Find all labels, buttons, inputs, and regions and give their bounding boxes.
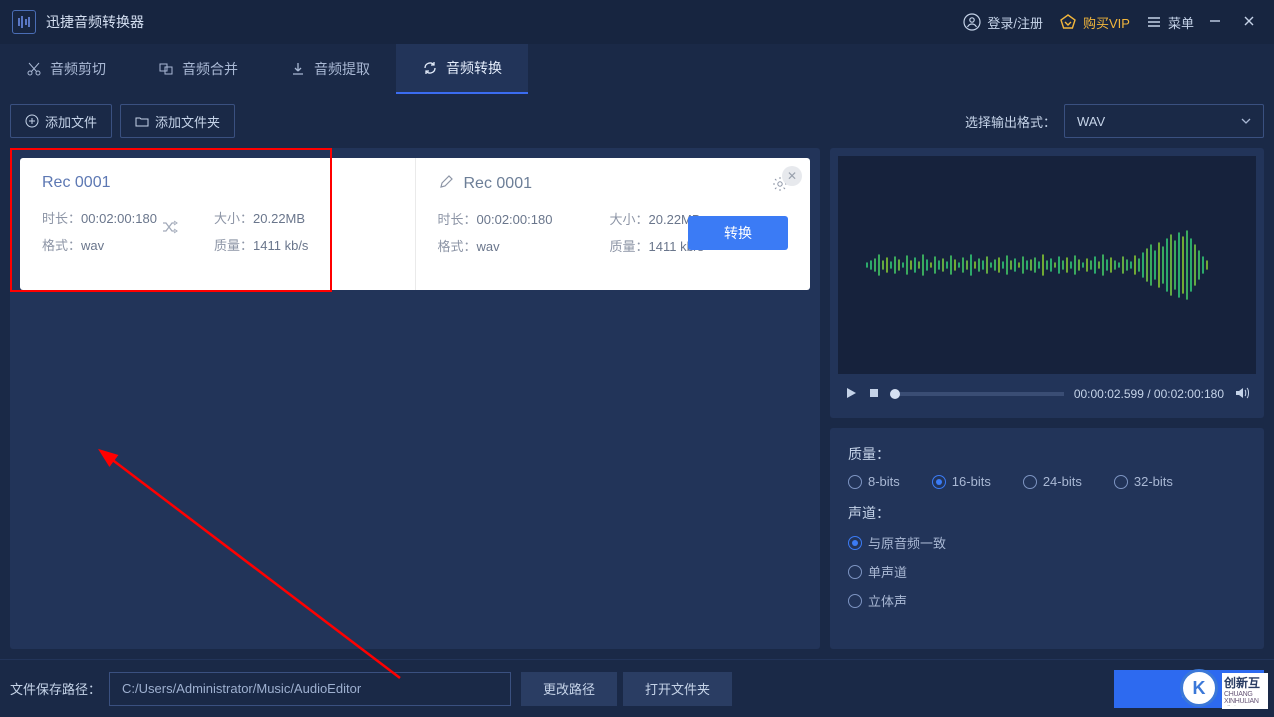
add-file-button[interactable]: 添加文件: [10, 104, 112, 138]
radio-8bits[interactable]: 8-bits: [848, 474, 900, 489]
login-button[interactable]: 登录/注册: [963, 13, 1043, 32]
save-path-field[interactable]: C:/Users/Administrator/Music/AudioEditor: [109, 672, 511, 706]
seek-slider[interactable]: [890, 392, 1064, 396]
output-format-value: WAV: [1077, 114, 1105, 129]
preview-panel: 00:00:02.599 / 00:02:00:180: [830, 148, 1264, 418]
tab-audio-merge[interactable]: 音频合并: [132, 44, 264, 94]
channel-section-title: 声道：: [848, 503, 1246, 523]
convert-button[interactable]: 转换: [688, 216, 788, 250]
remove-file-button[interactable]: ✕: [782, 166, 802, 186]
radio-32bits[interactable]: 32-bits: [1114, 474, 1173, 489]
shuffle-icon: [161, 218, 179, 239]
output-options-panel: 质量： 8-bits 16-bits 24-bits 32-bits 声道： 与…: [830, 428, 1264, 649]
waveform-display: [838, 156, 1256, 374]
file-target-panel: Rec 0001 时长：00:02:00:180 大小：20.22MB 格式：w…: [416, 158, 811, 290]
minimize-button[interactable]: [1202, 15, 1228, 30]
output-format-label: 选择输出格式：: [965, 112, 1056, 131]
file-target-name: Rec 0001: [464, 175, 533, 193]
radio-channel-mono[interactable]: 单声道: [848, 562, 1246, 581]
titlebar: 迅捷音频转换器 登录/注册 购买VIP 菜单: [0, 0, 1274, 44]
radio-channel-same[interactable]: 与原音频一致: [848, 533, 1246, 552]
buy-vip-button[interactable]: 购买VIP: [1059, 13, 1130, 32]
file-card[interactable]: Rec 0001 时长：00:02:00:180 大小：20.22MB 格式：w…: [20, 158, 810, 290]
player-time: 00:00:02.599 / 00:02:00:180: [1074, 387, 1224, 401]
file-source-name: Rec 0001: [42, 174, 393, 192]
radio-channel-stereo[interactable]: 立体声: [848, 591, 1246, 610]
main-tabs: 音频剪切 音频合并 音频提取 音频转换: [0, 44, 1274, 94]
app-title: 迅捷音频转换器: [46, 12, 144, 32]
login-label: 登录/注册: [987, 13, 1043, 32]
start-convert-button[interactable]: 开: [1114, 670, 1264, 708]
change-path-button[interactable]: 更改路径: [521, 672, 617, 706]
play-button[interactable]: [844, 386, 858, 403]
add-file-label: 添加文件: [45, 112, 97, 131]
vip-label: 购买VIP: [1083, 13, 1130, 32]
tab-audio-cut[interactable]: 音频剪切: [0, 44, 132, 94]
radio-16bits[interactable]: 16-bits: [932, 474, 991, 489]
quality-section-title: 质量：: [848, 444, 1246, 464]
tab-audio-extract[interactable]: 音频提取: [264, 44, 396, 94]
tab-convert-label: 音频转换: [446, 58, 502, 78]
file-source-panel: Rec 0001 时长：00:02:00:180 大小：20.22MB 格式：w…: [20, 158, 416, 290]
menu-button[interactable]: 菜单: [1146, 13, 1194, 32]
tab-merge-label: 音频合并: [182, 59, 238, 79]
save-path-label: 文件保存路径：: [10, 679, 101, 698]
toolbar: 添加文件 添加文件夹 选择输出格式： WAV: [0, 94, 1274, 148]
footer-bar: 文件保存路径： C:/Users/Administrator/Music/Aud…: [0, 659, 1274, 717]
chevron-down-icon: [1241, 116, 1251, 126]
file-list-panel: Rec 0001 时长：00:02:00:180 大小：20.22MB 格式：w…: [10, 148, 820, 649]
menu-label: 菜单: [1168, 13, 1194, 32]
output-format-select[interactable]: WAV: [1064, 104, 1264, 138]
player-controls: 00:00:02.599 / 00:02:00:180: [838, 374, 1256, 410]
add-folder-label: 添加文件夹: [155, 112, 220, 131]
add-folder-button[interactable]: 添加文件夹: [120, 104, 235, 138]
tab-audio-convert[interactable]: 音频转换: [396, 44, 528, 94]
tab-extract-label: 音频提取: [314, 59, 370, 79]
volume-button[interactable]: [1234, 385, 1250, 404]
edit-icon[interactable]: [438, 174, 454, 193]
radio-24bits[interactable]: 24-bits: [1023, 474, 1082, 489]
app-logo-icon: [12, 10, 36, 34]
tab-cut-label: 音频剪切: [50, 59, 106, 79]
open-folder-button[interactable]: 打开文件夹: [623, 672, 732, 706]
stop-button[interactable]: [868, 387, 880, 402]
close-button[interactable]: [1236, 15, 1262, 30]
